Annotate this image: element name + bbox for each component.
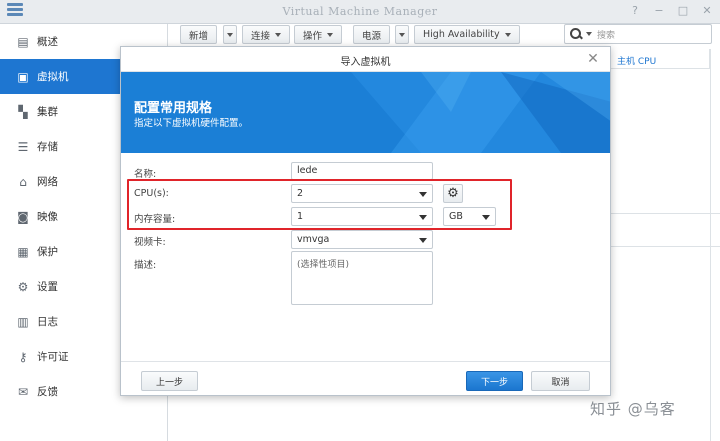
action-button[interactable]: 操作 xyxy=(294,25,343,44)
log-icon: ▥ xyxy=(17,314,29,329)
watermark: 知乎 @乌客 xyxy=(590,400,676,418)
settings-icon: ⚙ xyxy=(17,279,29,294)
description-label: 描述: xyxy=(134,260,157,271)
sidebar-item-label: 反馈 xyxy=(37,386,58,398)
network-icon: ⌂ xyxy=(19,174,27,189)
image-icon: ◙ xyxy=(17,209,29,224)
protection-icon: ▦ xyxy=(17,244,29,259)
close-icon[interactable]: ✕ xyxy=(586,52,600,66)
divider xyxy=(609,213,720,214)
dialog-banner: 配置常用规格 指定以下虚拟机硬件配置。 xyxy=(121,72,610,153)
overview-icon: ▤ xyxy=(17,34,29,49)
sidebar-item-label: 虚拟机 xyxy=(37,71,69,83)
sidebar-item-label: 集群 xyxy=(37,106,58,118)
dialog-titlebar: 导入虚拟机 ✕ xyxy=(121,47,610,72)
power-button-label: 电源 xyxy=(362,30,382,42)
sidebar-item-label: 网络 xyxy=(37,176,58,188)
highlight-box xyxy=(127,179,512,230)
high-availability-label: High Availability xyxy=(423,29,500,40)
connect-button-label: 连接 xyxy=(251,30,271,42)
sidebar-item-label: 映像 xyxy=(37,211,58,223)
close-window-icon[interactable]: ✕ xyxy=(700,4,714,18)
cluster-icon: ▚ xyxy=(18,104,28,119)
sidebar-item-label: 设置 xyxy=(37,281,58,293)
search-icon xyxy=(569,27,583,41)
next-button[interactable]: 下一步 xyxy=(466,371,523,391)
cancel-button-label: 取消 xyxy=(551,377,570,388)
license-icon: ⚷ xyxy=(18,349,28,364)
search-input[interactable]: 搜索 xyxy=(564,24,712,44)
video-card-select[interactable]: vmvga xyxy=(291,230,433,249)
new-button[interactable]: 新增 xyxy=(180,25,218,44)
chevron-down-icon xyxy=(399,32,405,37)
dialog-title: 导入虚拟机 xyxy=(340,57,391,68)
maximize-icon[interactable]: □ xyxy=(676,4,690,18)
power-dropdown-button[interactable] xyxy=(395,25,409,44)
minimize-icon[interactable]: − xyxy=(652,4,666,18)
help-icon[interactable]: ? xyxy=(628,4,642,18)
chevron-down-icon xyxy=(327,32,334,37)
banner-title: 配置常用规格 xyxy=(134,101,213,116)
window-title: Virtual Machine Manager xyxy=(282,5,438,18)
cancel-button[interactable]: 取消 xyxy=(531,371,590,391)
toolbar: 新增 连接 操作 电源 High Availability 搜索 xyxy=(168,24,720,48)
sidebar-item-label: 日志 xyxy=(37,316,58,328)
prev-button[interactable]: 上一步 xyxy=(141,371,198,391)
chevron-down-icon xyxy=(419,238,427,243)
chevron-down-icon xyxy=(227,32,233,37)
sidebar-item-label: 保护 xyxy=(37,246,58,258)
chevron-down-icon xyxy=(275,32,282,37)
description-textarea[interactable]: (选择性项目) xyxy=(291,251,433,305)
divider xyxy=(609,246,720,247)
power-button[interactable]: 电源 xyxy=(353,25,391,44)
video-card-value: vmvga xyxy=(297,234,330,245)
video-card-label: 视频卡: xyxy=(134,237,166,248)
chevron-down-icon[interactable] xyxy=(586,32,592,36)
search-placeholder: 搜索 xyxy=(597,30,616,41)
banner-subtitle: 指定以下虚拟机硬件配置。 xyxy=(134,118,249,129)
virtual-machine-icon: ▣ xyxy=(17,69,29,84)
divider xyxy=(710,49,711,441)
description-placeholder: (选择性项目) xyxy=(297,260,350,270)
action-button-label: 操作 xyxy=(303,30,323,42)
dialog-footer: 上一步 下一步 取消 xyxy=(121,361,610,395)
storage-icon: ☰ xyxy=(17,139,29,154)
column-header-host-cpu[interactable]: 主机 CPU xyxy=(609,49,710,69)
feedback-icon: ✉ xyxy=(17,384,29,399)
import-vm-dialog: 导入虚拟机 ✕ 配置常用规格 指定以下虚拟机硬件配置。 名称: lede CPU… xyxy=(120,46,611,396)
sidebar-item-label: 概述 xyxy=(37,36,58,48)
sidebar-item-label: 存储 xyxy=(37,141,58,153)
sidebar-item-label: 许可证 xyxy=(37,351,69,363)
chevron-down-icon xyxy=(504,32,511,37)
window-titlebar: Virtual Machine Manager ? − □ ✕ xyxy=(0,0,720,24)
name-label: 名称: xyxy=(134,169,157,180)
connect-button[interactable]: 连接 xyxy=(242,25,291,44)
high-availability-button[interactable]: High Availability xyxy=(414,25,520,44)
new-dropdown-button[interactable] xyxy=(223,25,237,44)
prev-button-label: 上一步 xyxy=(155,377,183,388)
next-button-label: 下一步 xyxy=(480,377,508,388)
new-button-label: 新增 xyxy=(189,30,209,42)
name-field[interactable]: lede xyxy=(291,162,433,180)
